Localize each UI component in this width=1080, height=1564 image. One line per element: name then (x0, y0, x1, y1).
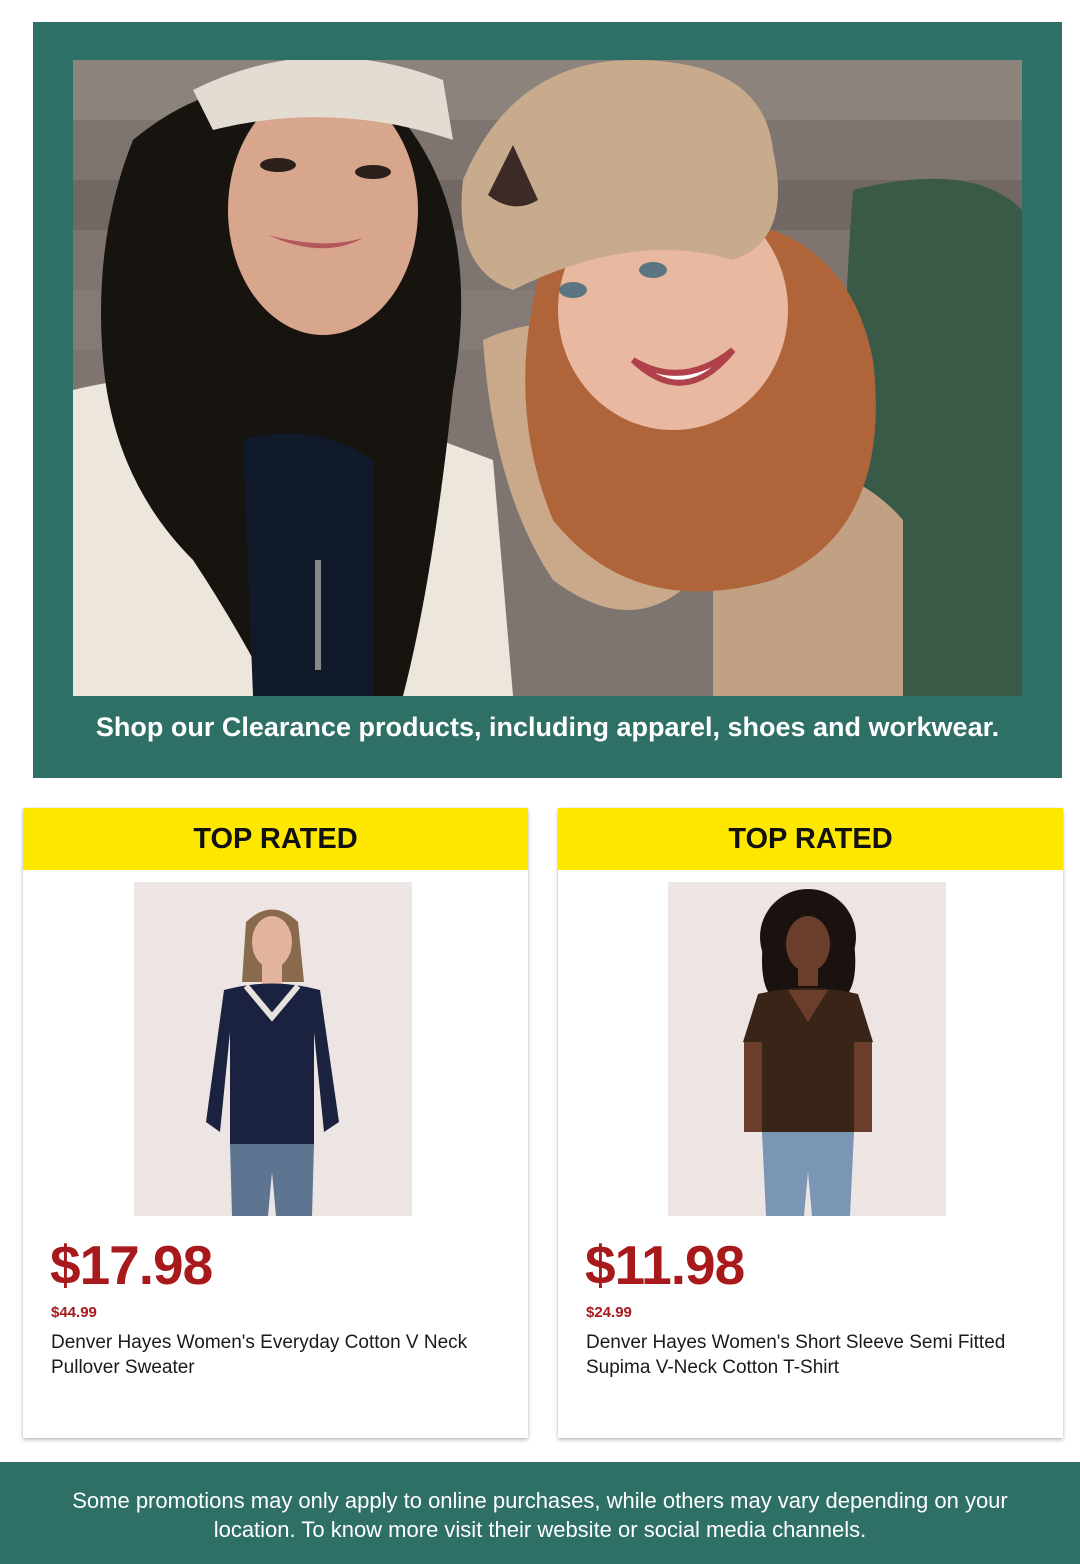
product-card[interactable]: TOP RATED $17.98 $44.99 Denver Hayes Wom… (23, 808, 528, 1438)
hero-photo-illustration (73, 60, 1022, 696)
sale-price: $17.98 (50, 1234, 213, 1296)
original-price: $24.99 (586, 1304, 632, 1321)
hero-photo[interactable] (73, 60, 1022, 696)
sale-price: $11.98 (585, 1234, 745, 1296)
product-name[interactable]: Denver Hayes Women's Everyday Cotton V N… (51, 1330, 501, 1380)
footer-disclaimer: Some promotions may only apply to online… (0, 1462, 1080, 1564)
sweater-model-illustration (134, 882, 412, 1216)
product-name[interactable]: Denver Hayes Women's Short Sleeve Semi F… (586, 1330, 1036, 1380)
product-card[interactable]: TOP RATED $11.98 $24.99 Denver Hayes Wom… (558, 808, 1063, 1438)
product-image[interactable] (134, 882, 412, 1216)
top-rated-badge: TOP RATED (558, 808, 1063, 870)
hero-banner[interactable]: Shop our Clearance products, including a… (33, 22, 1062, 778)
product-image[interactable] (668, 882, 946, 1216)
original-price: $44.99 (51, 1304, 97, 1321)
tshirt-model-illustration (668, 882, 946, 1216)
hero-caption: Shop our Clearance products, including a… (95, 712, 1000, 742)
top-rated-badge: TOP RATED (23, 808, 528, 870)
